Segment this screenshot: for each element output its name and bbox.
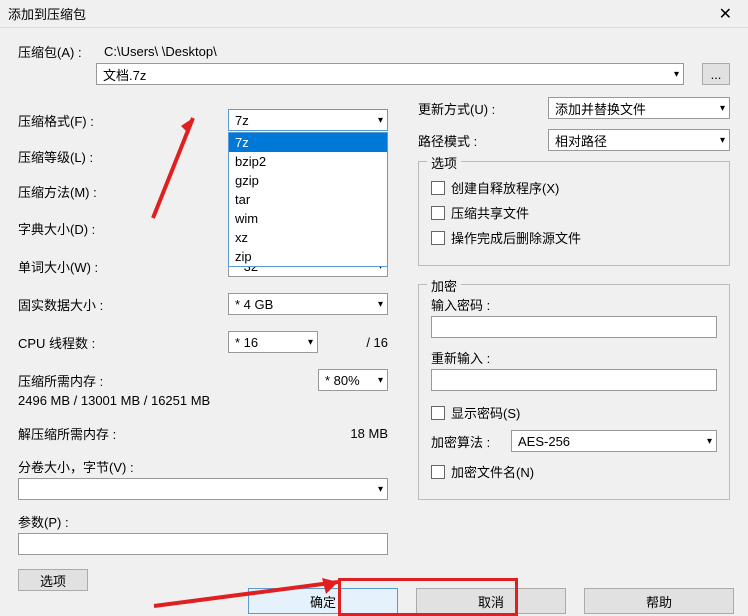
algo-value: AES-256 [518, 434, 570, 449]
repwd-label: 重新输入 : [431, 348, 717, 367]
format-option-bzip2[interactable]: bzip2 [229, 152, 387, 171]
chevron-down-icon: ▾ [716, 103, 729, 114]
sfx-checkbox-row[interactable]: 创建自释放程序(X) [431, 178, 717, 197]
algo-combo[interactable]: AES-256 ▾ [511, 430, 717, 452]
update-mode-value: 添加并替换文件 [555, 99, 646, 118]
encrypt-names-checkbox-row[interactable]: 加密文件名(N) [431, 462, 717, 481]
format-option-tar[interactable]: tar [229, 190, 387, 209]
options-button[interactable]: 选项 [18, 569, 88, 591]
archive-filename-combo[interactable]: 文档.7z ▾ [96, 63, 684, 85]
mem-compress-label: 压缩所需内存 : [18, 371, 318, 390]
chevron-down-icon: ▾ [670, 69, 683, 80]
chevron-down-icon: ▾ [374, 299, 387, 310]
word-label: 单词大小(W) : [18, 257, 228, 276]
path-mode-value: 相对路径 [555, 131, 607, 150]
shared-checkbox-row[interactable]: 压缩共享文件 [431, 203, 717, 222]
mem-decompress-value: 18 MB [350, 426, 388, 441]
params-label: 参数(P) : [18, 512, 388, 531]
split-label: 分卷大小，字节(V) : [18, 457, 388, 476]
solid-combo[interactable]: * 4 GB ▾ [228, 293, 388, 315]
sfx-label: 创建自释放程序(X) [451, 178, 559, 197]
ok-button[interactable]: 确定 [248, 588, 398, 614]
update-mode-combo[interactable]: 添加并替换文件 ▾ [548, 97, 730, 119]
solid-value: * 4 GB [235, 297, 273, 312]
show-pwd-label: 显示密码(S) [451, 403, 520, 422]
cpu-label: CPU 线程数 : [18, 333, 228, 352]
chevron-down-icon: ▾ [374, 484, 387, 495]
help-button[interactable]: 帮助 [584, 588, 734, 614]
encrypt-names-label: 加密文件名(N) [451, 462, 534, 481]
path-mode-label: 路径模式 : [418, 131, 548, 150]
checkbox-icon [431, 206, 445, 220]
chevron-down-icon: ▾ [703, 436, 716, 447]
algo-label: 加密算法 : [431, 432, 511, 451]
close-icon[interactable]: ✕ [711, 4, 740, 24]
params-input[interactable] [18, 533, 388, 555]
chevron-down-icon: ▾ [304, 337, 317, 348]
archive-filename: 文档.7z [103, 65, 146, 84]
shared-label: 压缩共享文件 [451, 203, 529, 222]
update-mode-label: 更新方式(U) : [418, 99, 548, 118]
checkbox-icon [431, 406, 445, 420]
cpu-combo[interactable]: * 16 ▾ [228, 331, 318, 353]
checkbox-icon [431, 465, 445, 479]
format-combo[interactable]: 7z ▾ 7z bzip2 gzip tar wim xz zip [228, 109, 388, 131]
mem-compress-value: 2496 MB / 13001 MB / 16251 MB [18, 393, 388, 408]
browse-button[interactable]: ... [702, 63, 730, 85]
cpu-suffix: / 16 [318, 335, 388, 350]
pwd-input[interactable] [431, 316, 717, 338]
dialog-title: 添加到压缩包 [8, 4, 86, 23]
format-label: 压缩格式(F) : [18, 111, 228, 130]
cancel-button[interactable]: 取消 [416, 588, 566, 614]
mem-ratio-value: * 80% [325, 373, 360, 388]
solid-label: 固实数据大小 : [18, 295, 228, 314]
encrypt-group-label: 加密 [427, 276, 461, 295]
format-value: 7z [235, 113, 249, 128]
pwd-label: 输入密码 : [431, 295, 717, 314]
format-option-wim[interactable]: wim [229, 209, 387, 228]
archive-path: C:\Users\ \Desktop\ [104, 44, 217, 59]
format-option-zip[interactable]: zip [229, 247, 387, 266]
delete-label: 操作完成后删除源文件 [451, 228, 581, 247]
format-dropdown: 7z bzip2 gzip tar wim xz zip [228, 132, 388, 267]
archive-label: 压缩包(A) : [18, 42, 96, 61]
format-option-gzip[interactable]: gzip [229, 171, 387, 190]
split-combo[interactable]: ▾ [18, 478, 388, 500]
show-pwd-checkbox-row[interactable]: 显示密码(S) [431, 403, 717, 422]
checkbox-icon [431, 181, 445, 195]
delete-checkbox-row[interactable]: 操作完成后删除源文件 [431, 228, 717, 247]
chevron-down-icon: ▾ [716, 135, 729, 146]
chevron-down-icon: ▾ [374, 115, 387, 126]
path-mode-combo[interactable]: 相对路径 ▾ [548, 129, 730, 151]
format-option-7z[interactable]: 7z [229, 133, 387, 152]
chevron-down-icon: ▾ [374, 375, 387, 386]
cpu-value: * 16 [235, 335, 258, 350]
checkbox-icon [431, 231, 445, 245]
mem-ratio-combo[interactable]: * 80% ▾ [318, 369, 388, 391]
mem-decompress-label: 解压缩所需内存 : [18, 424, 350, 443]
format-option-xz[interactable]: xz [229, 228, 387, 247]
dict-label: 字典大小(D) : [18, 219, 228, 238]
repwd-input[interactable] [431, 369, 717, 391]
options-group-label: 选项 [427, 153, 461, 172]
